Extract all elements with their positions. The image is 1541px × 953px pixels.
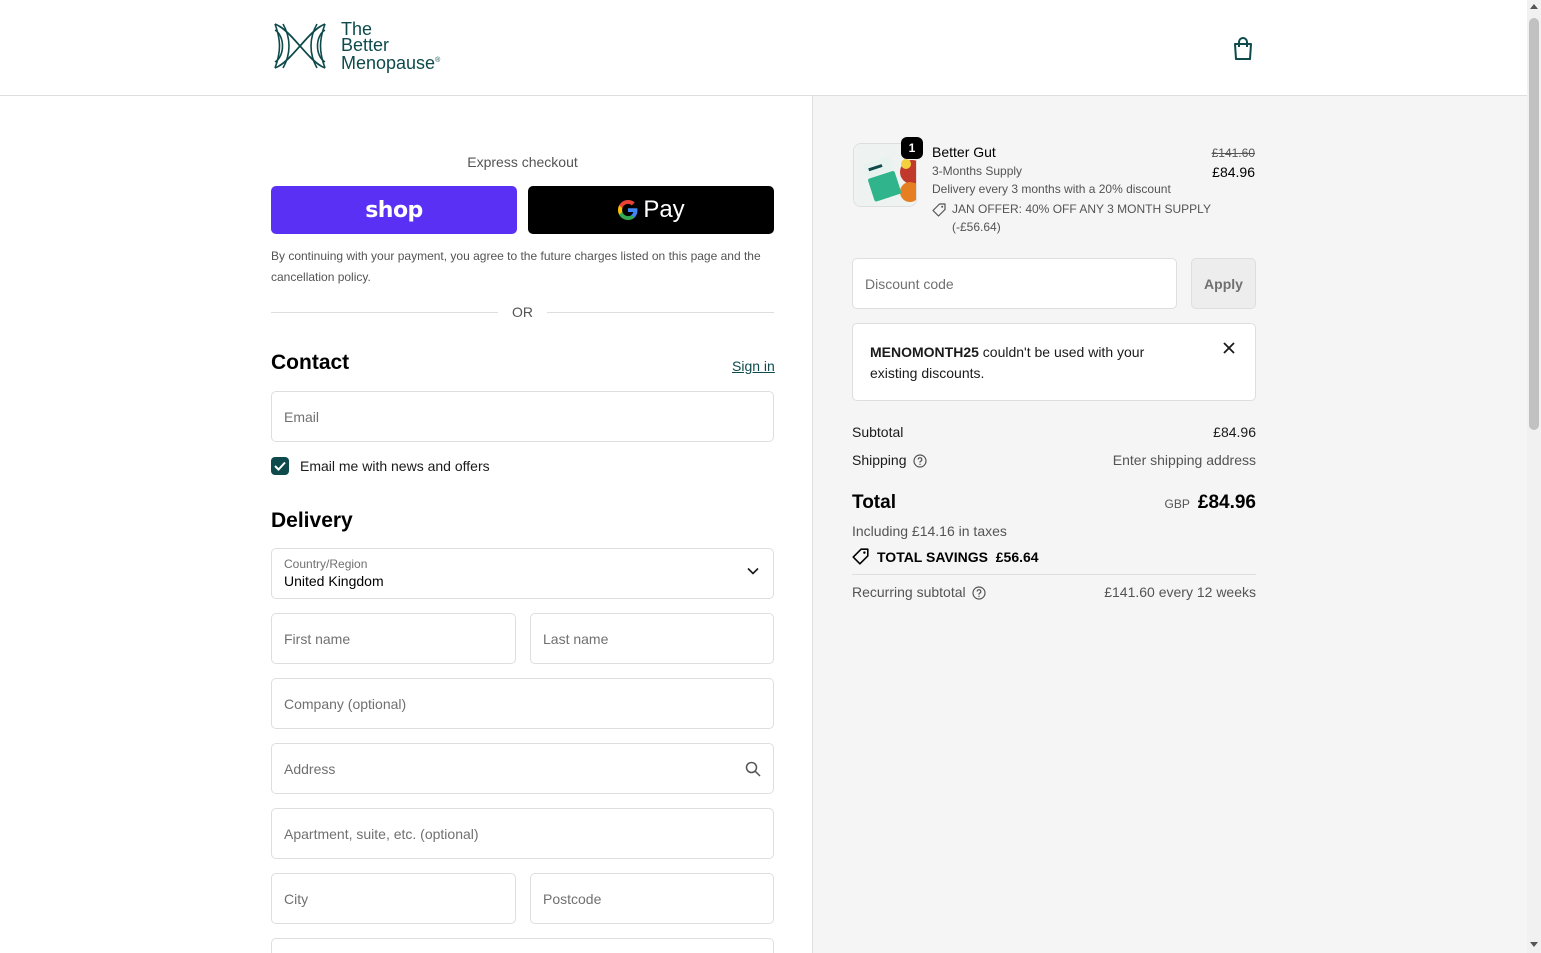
scroll-up-arrow-icon[interactable]	[1530, 4, 1538, 9]
newsletter-option[interactable]: Email me with news and offers	[271, 457, 490, 475]
apartment-field[interactable]	[271, 808, 774, 859]
contact-heading: Contact	[271, 351, 350, 374]
sign-in-link[interactable]: Sign in	[732, 358, 775, 374]
discount-code-field[interactable]	[852, 258, 1177, 309]
logo-line-2: Better	[341, 35, 390, 55]
total-row: Total GBP £84.96	[852, 492, 1256, 514]
product-offer: JAN OFFER: 40% OFF ANY 3 MONTH SUPPLY (-…	[932, 200, 1212, 236]
search-icon[interactable]	[745, 761, 761, 777]
discount-code-input[interactable]	[865, 275, 1164, 292]
country-select[interactable]: Country/Region United Kingdom	[271, 548, 774, 599]
last-name-field[interactable]	[530, 613, 774, 664]
shop-pay-label: shop	[365, 197, 423, 223]
discount-error-notice: MENOMONTH25 couldn't be used with your e…	[852, 323, 1256, 401]
checkout-form-panel: Express checkout shop Pay By continuing …	[0, 96, 812, 953]
chevron-down-icon	[747, 567, 759, 575]
country-label: Country/Region	[284, 557, 368, 571]
discount-error-code: MENOMONTH25	[870, 344, 979, 360]
recurring-help-icon[interactable]	[972, 586, 986, 600]
quantity-badge: 1	[901, 137, 923, 159]
apply-discount-button[interactable]: Apply	[1191, 258, 1256, 309]
or-label: OR	[512, 304, 533, 320]
product-offer-text: JAN OFFER: 40% OFF ANY 3 MONTH SUPPLY (-…	[952, 202, 1211, 234]
cart-button[interactable]	[1230, 36, 1256, 62]
country-value: United Kingdom	[284, 573, 384, 589]
recurring-value: £141.60 every 12 weeks	[1104, 584, 1256, 601]
brand-logo[interactable]: The Better Menopause®	[271, 20, 440, 72]
google-pay-button[interactable]: Pay	[528, 186, 774, 234]
order-summary-panel: 1 Better Gut 3-Months Supply Delivery ev…	[812, 96, 1527, 953]
company-field[interactable]	[271, 678, 774, 729]
logo-wordmark: The Better Menopause®	[341, 20, 441, 73]
shipping-label: Shipping	[852, 452, 907, 468]
city-input[interactable]	[284, 890, 503, 907]
delivery-heading: Delivery	[271, 509, 353, 532]
savings-value: £56.64	[995, 548, 1039, 565]
close-icon[interactable]	[1223, 342, 1235, 354]
total-value: £84.96	[1197, 492, 1256, 513]
original-price: £141.60	[1211, 146, 1255, 160]
recurring-label: Recurring subtotal	[852, 584, 966, 600]
google-g-icon	[618, 200, 638, 220]
tag-icon	[932, 203, 946, 217]
postcode-input[interactable]	[543, 890, 761, 907]
last-name-input[interactable]	[543, 630, 761, 647]
logo-registered-mark: ®	[435, 57, 441, 64]
city-field[interactable]	[271, 873, 516, 924]
subtotal-value: £84.96	[1213, 424, 1256, 440]
postcode-field[interactable]	[530, 873, 774, 924]
product-delivery-note: Delivery every 3 months with a 20% disco…	[932, 182, 1171, 196]
payment-terms-text: By continuing with your payment, you agr…	[271, 249, 761, 284]
savings-tag-icon	[852, 548, 869, 565]
total-savings: TOTAL SAVINGS £56.64	[852, 548, 1039, 565]
summary-divider	[852, 574, 1256, 575]
phone-field[interactable]	[271, 938, 774, 953]
logo-mark-icon	[274, 23, 326, 69]
address-input[interactable]	[284, 760, 761, 777]
page-scrollbar[interactable]	[1527, 0, 1541, 953]
shipping-value: Enter shipping address	[1112, 452, 1256, 469]
first-name-field[interactable]	[271, 613, 516, 664]
newsletter-checkbox[interactable]	[271, 457, 289, 475]
logo-line-3: Menopause	[341, 53, 436, 73]
help-circle-icon[interactable]	[912, 454, 927, 468]
apartment-input[interactable]	[284, 825, 761, 842]
current-price: £84.96	[1212, 164, 1255, 180]
site-header: The Better Menopause®	[0, 0, 1527, 96]
checkmark-icon	[274, 461, 286, 471]
total-currency: GBP	[1164, 497, 1190, 511]
email-field[interactable]	[271, 391, 774, 442]
newsletter-label: Email me with news and offers	[300, 458, 490, 474]
shopping-bag-icon	[1234, 37, 1252, 60]
address-field[interactable]	[271, 743, 774, 794]
scrollbar-thumb[interactable]	[1529, 18, 1539, 430]
company-input[interactable]	[284, 695, 761, 712]
shop-pay-button[interactable]: shop	[271, 186, 517, 234]
first-name-input[interactable]	[284, 630, 503, 647]
or-divider: OR	[271, 304, 774, 320]
scroll-down-arrow-icon[interactable]	[1530, 942, 1538, 947]
product-variant: 3-Months Supply	[932, 164, 1023, 178]
google-pay-label: Pay	[643, 196, 685, 223]
subtotal-label: Subtotal	[852, 424, 904, 440]
product-name: Better Gut	[932, 144, 996, 160]
shipping-row: Shipping Enter shipping address	[852, 452, 1256, 468]
total-label: Total	[852, 492, 896, 513]
savings-label: TOTAL SAVINGS	[877, 548, 988, 565]
taxes-note: Including £14.16 in taxes	[852, 523, 1007, 539]
recurring-subtotal-row: Recurring subtotal £141.60 every 12 week…	[852, 584, 1256, 600]
email-input[interactable]	[284, 408, 761, 425]
subtotal-row: Subtotal £84.96	[852, 424, 1256, 440]
express-checkout-label: Express checkout	[467, 154, 578, 170]
